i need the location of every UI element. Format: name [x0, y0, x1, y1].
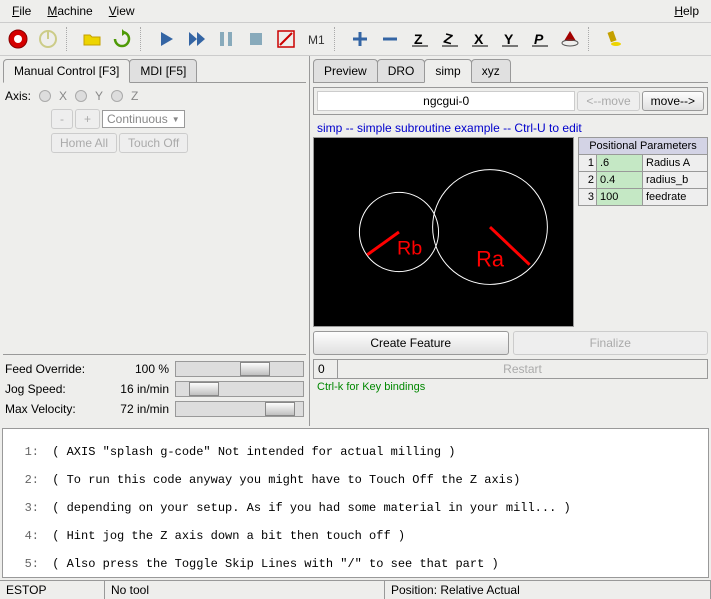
power-icon[interactable]	[34, 25, 62, 53]
play-icon[interactable]	[152, 25, 180, 53]
touch-off-button[interactable]: Touch Off	[119, 133, 188, 153]
svg-text:Z: Z	[442, 30, 455, 48]
max-velocity-label: Max Velocity:	[5, 402, 105, 416]
view-p-icon[interactable]: P	[526, 25, 554, 53]
estop-icon[interactable]	[4, 25, 32, 53]
tab-simp[interactable]: simp	[424, 59, 471, 83]
ngcgui-title: ngcgui-0	[317, 91, 575, 111]
param-value-2[interactable]: 0.4	[597, 172, 643, 188]
jog-speed-value: 16 in/min	[105, 382, 175, 396]
axis-y-radio[interactable]	[75, 90, 87, 102]
view-x-icon[interactable]: X	[466, 25, 494, 53]
jog-speed-label: Jog Speed:	[5, 382, 105, 396]
svg-text:Y: Y	[504, 31, 514, 47]
menubar: File Machine View Help	[0, 0, 711, 23]
svg-text:M1: M1	[308, 33, 325, 47]
svg-text:P: P	[534, 31, 544, 47]
reload-icon[interactable]	[108, 25, 136, 53]
feed-override-value: 100 %	[105, 362, 175, 376]
axis-label: Axis:	[5, 89, 31, 103]
menu-file[interactable]: File	[4, 2, 39, 20]
simp-description: simp -- simple subroutine example -- Ctr…	[313, 119, 708, 137]
jog-minus-button[interactable]: -	[51, 109, 73, 129]
view-z2-icon[interactable]: Z	[436, 25, 464, 53]
param-row: 20.4radius_b	[578, 172, 708, 189]
param-row: 3100feedrate	[578, 189, 708, 206]
max-velocity-value: 72 in/min	[105, 402, 175, 416]
params-header: Positional Parameters	[578, 137, 708, 155]
right-panel: Preview DRO simp xyz ngcgui-0 <--move mo…	[310, 56, 711, 426]
params-table: Positional Parameters 1.6Radius A 20.4ra…	[578, 137, 708, 327]
tab-dro[interactable]: DRO	[377, 59, 426, 82]
svg-text:X: X	[474, 31, 484, 47]
menu-machine[interactable]: Machine	[39, 2, 100, 20]
status-position: Position: Relative Actual	[385, 581, 711, 599]
axis-z-radio[interactable]	[111, 90, 123, 102]
axis-x-radio[interactable]	[39, 90, 51, 102]
optstop-icon[interactable]: M1	[302, 25, 330, 53]
tab-manual-control[interactable]: Manual Control [F3]	[3, 59, 130, 83]
ra-label: Ra	[476, 247, 505, 272]
param-row: 1.6Radius A	[578, 155, 708, 172]
status-tool: No tool	[105, 581, 385, 599]
chevron-down-icon: ▼	[172, 115, 180, 124]
restart-number: 0	[314, 360, 338, 378]
tab-xyz[interactable]: xyz	[471, 59, 511, 82]
view-z-icon[interactable]: Z	[406, 25, 434, 53]
zoom-out-icon[interactable]	[376, 25, 404, 53]
view-y-icon[interactable]: Y	[496, 25, 524, 53]
feed-override-slider[interactable]	[175, 361, 304, 377]
rb-label: Rb	[397, 238, 422, 260]
menu-view[interactable]: View	[101, 2, 143, 20]
view-rotate-icon[interactable]	[556, 25, 584, 53]
jog-speed-slider[interactable]	[175, 381, 304, 397]
status-estop: ESTOP	[0, 581, 105, 599]
jog-plus-button[interactable]: +	[75, 109, 100, 129]
tab-mdi[interactable]: MDI [F5]	[129, 59, 197, 82]
home-all-button[interactable]: Home All	[51, 133, 117, 153]
move-right-button[interactable]: move-->	[642, 91, 704, 111]
svg-text:Z: Z	[414, 31, 423, 47]
skip-icon[interactable]	[272, 25, 300, 53]
max-velocity-slider[interactable]	[175, 401, 304, 417]
menu-help[interactable]: Help	[666, 2, 707, 20]
feed-override-label: Feed Override:	[5, 362, 105, 376]
toolbar: M1 Z Z X Y P	[0, 23, 711, 56]
zoom-in-icon[interactable]	[346, 25, 374, 53]
pause-icon[interactable]	[212, 25, 240, 53]
stop-icon[interactable]	[242, 25, 270, 53]
open-icon[interactable]	[78, 25, 106, 53]
keybind-hint: Ctrl-k for Key bindings	[313, 379, 708, 395]
finalize-button[interactable]: Finalize	[513, 331, 709, 355]
move-left-button[interactable]: <--move	[577, 91, 639, 111]
clear-plot-icon[interactable]	[600, 25, 628, 53]
gcode-listing[interactable]: 1: ( AXIS "splash g-code" Not intended f…	[2, 428, 709, 578]
left-tabs: Manual Control [F3] MDI [F5]	[3, 59, 306, 83]
preview-canvas: Rb Ra	[313, 137, 574, 327]
statusbar: ESTOP No tool Position: Relative Actual	[0, 580, 711, 599]
param-value-1[interactable]: .6	[597, 155, 643, 171]
create-feature-button[interactable]: Create Feature	[313, 331, 509, 355]
left-panel: Manual Control [F3] MDI [F5] Axis: X Y Z…	[0, 56, 310, 426]
step-icon[interactable]	[182, 25, 210, 53]
param-value-3[interactable]: 100	[597, 189, 643, 205]
right-tabs: Preview DRO simp xyz	[313, 59, 708, 83]
tab-preview[interactable]: Preview	[313, 59, 378, 82]
jog-mode-combo[interactable]: Continuous▼	[102, 110, 185, 128]
restart-button[interactable]: Restart	[338, 360, 707, 378]
